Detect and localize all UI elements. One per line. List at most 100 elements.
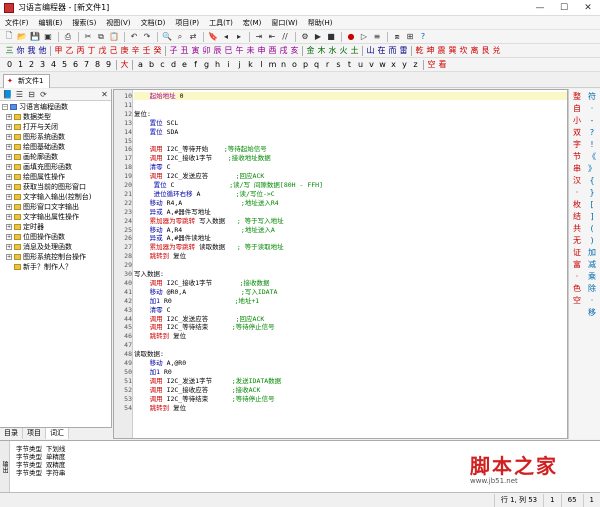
keyword-button-47[interactable]: 兑 bbox=[491, 45, 502, 56]
new-file-icon[interactable]: 🗋 bbox=[3, 31, 15, 42]
tree-item[interactable]: + 画填充图形函数 bbox=[2, 162, 111, 172]
keyword-button-14[interactable]: 癸 bbox=[152, 45, 163, 56]
keyword-button-18[interactable]: 寅 bbox=[190, 45, 201, 56]
type-button-14[interactable]: 富 bbox=[573, 259, 581, 271]
expand-icon[interactable]: + bbox=[6, 234, 12, 240]
keyword-button-5[interactable]: 甲 bbox=[53, 45, 64, 56]
char-button-41[interactable]: 看 bbox=[437, 59, 448, 70]
code-line[interactable]: 12 复位: bbox=[124, 110, 567, 118]
char-button-3[interactable]: 3 bbox=[37, 60, 48, 69]
tree-item[interactable]: + 图形系统函数 bbox=[2, 132, 111, 142]
symbol-button-13[interactable]: 加 bbox=[588, 247, 596, 259]
keyword-button-7[interactable]: 丙 bbox=[75, 45, 86, 56]
char-button-30[interactable]: r bbox=[322, 60, 333, 69]
symbol-button-11[interactable]: ( bbox=[590, 223, 593, 235]
menu-item-1[interactable]: 编辑(E) bbox=[34, 16, 68, 30]
save-all-icon[interactable]: ▣ bbox=[42, 31, 54, 42]
tree-item[interactable]: + 图形窗口文字输出 bbox=[2, 202, 111, 212]
outdent-icon[interactable]: ⇤ bbox=[266, 31, 278, 42]
type-button-5[interactable]: 节 bbox=[573, 151, 581, 163]
keyword-button-33[interactable]: 土 bbox=[349, 45, 360, 56]
char-button-19[interactable]: g bbox=[201, 60, 212, 69]
keyword-button-40[interactable]: 乾 bbox=[414, 45, 425, 56]
char-button-5[interactable]: 5 bbox=[59, 60, 70, 69]
tree-item[interactable]: + 文字输出属性操作 bbox=[2, 212, 111, 222]
menu-item-3[interactable]: 视图(V) bbox=[101, 16, 135, 30]
code-line[interactable]: 51 调用 I2C_发送1字节 ;发送IDATA数据 bbox=[124, 377, 567, 385]
keyword-button-11[interactable]: 庚 bbox=[119, 45, 130, 56]
save-icon[interactable]: 💾 bbox=[29, 31, 41, 42]
tab-directory[interactable]: 目录 bbox=[0, 428, 23, 439]
cut-icon[interactable]: ✂ bbox=[82, 31, 94, 42]
keyword-button-0[interactable]: 三 bbox=[4, 45, 15, 56]
char-button-11[interactable]: 大 bbox=[119, 59, 130, 70]
code-line[interactable]: 17 调用 I2C_接收1字节 ;接收地址数据 bbox=[124, 154, 567, 162]
keyword-button-41[interactable]: 坤 bbox=[425, 45, 436, 56]
keyword-button-17[interactable]: 丑 bbox=[179, 45, 190, 56]
type-button-10[interactable]: 结 bbox=[573, 211, 581, 223]
symbol-button-15[interactable]: 乘 bbox=[588, 271, 596, 283]
expand-icon[interactable]: + bbox=[6, 184, 12, 190]
char-button-6[interactable]: 6 bbox=[70, 60, 81, 69]
type-button-15[interactable]: · bbox=[576, 271, 579, 283]
menu-item-9[interactable]: 帮助(H) bbox=[303, 16, 338, 30]
code-line[interactable]: 18 清零 C bbox=[124, 163, 567, 171]
code-line[interactable]: 27 累加器为零跳转 读取数据 ; 等于读取地址 bbox=[124, 243, 567, 251]
tree-item[interactable]: + 定时器 bbox=[2, 222, 111, 232]
char-button-24[interactable]: l bbox=[256, 60, 267, 69]
keyword-button-37[interactable]: 而 bbox=[387, 45, 398, 56]
code-line[interactable]: 28 跳转到 复位 bbox=[124, 252, 567, 260]
tree-item[interactable]: + 绘图基础函数 bbox=[2, 142, 111, 152]
stop-icon[interactable]: ■ bbox=[325, 31, 337, 42]
char-button-23[interactable]: k bbox=[245, 60, 256, 69]
keyword-button-31[interactable]: 水 bbox=[327, 45, 338, 56]
menu-item-7[interactable]: 宏(M) bbox=[238, 16, 267, 30]
macro-list-icon[interactable]: ≡ bbox=[371, 31, 383, 42]
keyword-button-38[interactable]: 雷 bbox=[398, 45, 409, 56]
code-line[interactable]: 49 移动 A,@R0 bbox=[124, 359, 567, 367]
keyword-button-42[interactable]: 震 bbox=[436, 45, 447, 56]
run-icon[interactable]: ▶ bbox=[312, 31, 324, 42]
type-button-16[interactable]: 色 bbox=[573, 283, 581, 295]
code-line[interactable]: 14 置位 SDA bbox=[124, 128, 567, 136]
copy-icon[interactable]: ⧉ bbox=[95, 31, 107, 42]
char-button-27[interactable]: o bbox=[289, 60, 300, 69]
char-button-31[interactable]: s bbox=[333, 60, 344, 69]
char-button-16[interactable]: d bbox=[168, 60, 179, 69]
doc-tab-close-icon[interactable]: ✦ bbox=[7, 75, 13, 88]
char-button-9[interactable]: 9 bbox=[103, 60, 114, 69]
keyword-button-35[interactable]: 山 bbox=[365, 45, 376, 56]
keyword-button-45[interactable]: 离 bbox=[469, 45, 480, 56]
code-line[interactable]: 25 移动 A,R4 ;地址送入A bbox=[124, 226, 567, 234]
symbol-button-5[interactable]: 《 bbox=[588, 151, 596, 163]
type-button-13[interactable]: 证 bbox=[573, 247, 581, 259]
char-button-7[interactable]: 7 bbox=[81, 60, 92, 69]
type-button-7[interactable]: 汉 bbox=[573, 175, 581, 187]
keyword-button-8[interactable]: 丁 bbox=[86, 45, 97, 56]
tree-view-icon[interactable]: ⊟ bbox=[26, 89, 37, 100]
code-line[interactable]: 44 调用 I2C_发送应答 ;回应ACK bbox=[124, 315, 567, 323]
tree-item[interactable]: + 获取当前的图形窗口 bbox=[2, 182, 111, 192]
tab-project[interactable]: 项目 bbox=[23, 428, 46, 439]
keyword-button-44[interactable]: 坎 bbox=[458, 45, 469, 56]
expand-icon[interactable]: + bbox=[6, 204, 12, 210]
symbol-button-9[interactable]: [ bbox=[590, 199, 593, 211]
symbol-button-14[interactable]: 减 bbox=[588, 259, 596, 271]
char-button-17[interactable]: e bbox=[179, 60, 190, 69]
expand-icon[interactable]: + bbox=[6, 144, 12, 150]
type-button-2[interactable]: 小 bbox=[573, 115, 581, 127]
tree-item[interactable]: + 数据类型 bbox=[2, 112, 111, 122]
code-line[interactable]: 23 异或 A,#器件写地址 bbox=[124, 208, 567, 216]
symbol-button-3[interactable]: ? bbox=[590, 127, 594, 139]
type-button-3[interactable]: 双 bbox=[573, 127, 581, 139]
keyword-button-2[interactable]: 我 bbox=[26, 45, 37, 56]
symbol-button-1[interactable]: · bbox=[591, 103, 594, 115]
minimize-button[interactable]: — bbox=[528, 0, 552, 16]
keyword-button-22[interactable]: 午 bbox=[234, 45, 245, 56]
keyword-button-12[interactable]: 辛 bbox=[130, 45, 141, 56]
menu-item-2[interactable]: 搜索(S) bbox=[67, 16, 101, 30]
keyword-button-6[interactable]: 乙 bbox=[64, 45, 75, 56]
expand-icon[interactable]: + bbox=[6, 194, 12, 200]
expand-icon[interactable]: + bbox=[6, 134, 12, 140]
expand-icon[interactable]: + bbox=[6, 244, 12, 250]
